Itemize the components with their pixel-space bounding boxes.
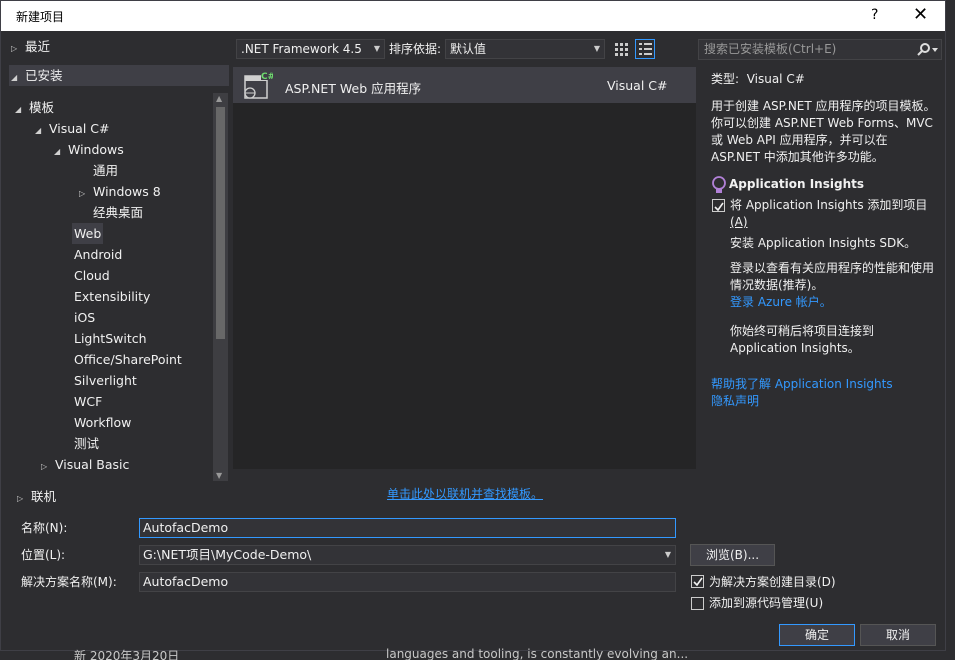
name-input[interactable]: AutofacDemo (139, 518, 676, 538)
ai-add-checkbox[interactable] (712, 199, 725, 212)
tree-item-general[interactable]: 通用 (93, 160, 118, 181)
template-language: Visual C# (607, 78, 668, 93)
list-icon (639, 43, 652, 55)
tree-item-office-sharepoint[interactable]: Office/SharePoint (74, 349, 182, 370)
svg-text:C#: C# (261, 72, 273, 82)
chevron-down-icon[interactable]: ▼ (665, 546, 671, 564)
solution-label: 解决方案名称(M): (21, 575, 117, 589)
description-line: 用于创建 ASP.NET 应用程序的项目模板。 (711, 99, 936, 113)
grid-icon (615, 43, 628, 56)
tree-item-lightswitch[interactable]: LightSwitch (74, 328, 147, 349)
type-value: Visual C# (746, 72, 805, 86)
checkmark-icon (714, 202, 724, 212)
tree-scrollbar[interactable]: ▲ ▼ (213, 93, 228, 481)
tree-item-wcf[interactable]: WCF (74, 391, 102, 412)
lightbulb-icon (712, 176, 726, 193)
solution-input[interactable]: AutofacDemo (139, 572, 676, 592)
browse-button[interactable]: 浏览(B)... (690, 544, 775, 566)
description-line: 或 Web API 应用程序，并可以在 (711, 133, 888, 147)
collapse-icon: ◢ (54, 147, 61, 156)
expand-icon: ▷ (17, 494, 24, 503)
name-label: 名称(N): (21, 521, 68, 535)
ai-help-link[interactable]: 帮助我了解 Application Insights (711, 376, 941, 393)
tree-item-test[interactable]: 测试 (74, 433, 99, 454)
title-bar: 新建项目 ? ✕ (1, 1, 945, 31)
scrollbar-thumb[interactable] (216, 107, 225, 339)
expand-icon: ▷ (79, 189, 86, 198)
sort-label: 排序依据: (389, 42, 442, 56)
sort-dropdown[interactable]: 默认值 ▼ (445, 39, 605, 59)
privacy-link[interactable]: 隐私声明 (711, 393, 941, 410)
ai-login-text: 情况数据(推荐)。 (730, 278, 824, 292)
ai-header: Application Insights (711, 176, 941, 193)
tree-item-templates[interactable]: ◢ 模板 (15, 97, 54, 118)
tree-item-classic-desktop[interactable]: 经典桌面 (93, 202, 143, 223)
ai-add-label: (A) (730, 215, 748, 229)
azure-login-link[interactable]: 登录 Azure 帐户。 (711, 294, 941, 311)
add-source-checkbox[interactable] (691, 597, 704, 610)
expand-icon: ▷ (41, 462, 48, 471)
ok-button[interactable]: 确定 (779, 624, 855, 646)
tree-item-web[interactable]: Web (72, 223, 104, 244)
ai-login-text: 登录以查看有关应用程序的性能和使用 (730, 261, 935, 275)
aspnet-web-app-icon: C# (244, 70, 273, 99)
tree-item-extensibility[interactable]: Extensibility (74, 286, 150, 307)
create-dir-label: 为解决方案创建目录(D) (709, 575, 836, 589)
create-dir-checkbox[interactable] (691, 575, 704, 588)
template-search-input[interactable]: 搜索已安装模板(Ctrl+E) (698, 39, 942, 60)
close-button[interactable]: ✕ (913, 4, 928, 25)
scroll-up-icon[interactable]: ▲ (216, 94, 222, 103)
tree-item-ios[interactable]: iOS (74, 307, 95, 328)
scroll-down-icon[interactable]: ▼ (216, 471, 222, 480)
small-icons-view-button[interactable] (611, 39, 631, 59)
tree-item-online[interactable]: ▷ 联机 (17, 486, 56, 507)
tree-item-windows8[interactable]: ▷ Windows 8 (79, 181, 161, 202)
type-label: 类型: (711, 72, 740, 86)
tree-item-visual-basic[interactable]: ▷ Visual Basic (41, 454, 129, 475)
list-view-button[interactable] (635, 39, 655, 59)
description-line: 你可以创建 ASP.NET Web Forms、MVC (711, 116, 933, 130)
ai-add-option: 将 Application Insights 添加到项目 (A) (711, 197, 941, 231)
dialog-title: 新建项目 (16, 10, 65, 24)
framework-dropdown[interactable]: .NET Framework 4.5 ▼ (236, 39, 385, 59)
tree-item-visual-csharp[interactable]: ◢ Visual C# (35, 118, 109, 139)
tree-item-silverlight[interactable]: Silverlight (74, 370, 137, 391)
background-date-text: 新 2020年3月20日 (74, 649, 180, 660)
search-icon[interactable] (917, 43, 939, 56)
chevron-down-icon: ▼ (373, 44, 380, 53)
ai-add-label: 将 Application Insights 添加到项目 (730, 198, 928, 212)
template-item[interactable]: C# ASP.NET Web 应用程序 Visual C# (233, 67, 696, 103)
new-project-dialog: 新建项目 ? ✕ ▷ 最近 ◢ 已安装 ◢ 模板 ◢ Visual C# ◢ W… (0, 0, 946, 651)
chevron-down-icon: ▼ (593, 44, 600, 53)
collapse-icon: ◢ (11, 73, 18, 82)
ai-install-text: 安装 Application Insights SDK。 (730, 236, 917, 250)
tree-item-cloud[interactable]: Cloud (74, 265, 110, 286)
tree-item-windows[interactable]: ◢ Windows (54, 139, 124, 160)
template-name: ASP.NET Web 应用程序 (285, 81, 422, 96)
ai-later-text: 你始终可稍后将项目连接到 (730, 324, 875, 338)
collapse-icon: ◢ (15, 105, 22, 114)
checkmark-icon (693, 577, 703, 587)
template-list: C# ASP.NET Web 应用程序 Visual C# (233, 67, 696, 469)
template-details: 类型: Visual C# 用于创建 ASP.NET 应用程序的项目模板。 你可… (711, 71, 941, 410)
background-article-text: languages and tooling, is constantly evo… (386, 647, 689, 660)
add-source-label: 添加到源代码管理(U) (709, 596, 824, 610)
help-button[interactable]: ? (871, 7, 878, 23)
collapse-icon: ◢ (35, 126, 42, 135)
expand-icon: ▷ (11, 44, 18, 53)
location-label: 位置(L): (21, 548, 66, 562)
cancel-button[interactable]: 取消 (860, 624, 936, 646)
ai-title: Application Insights (729, 177, 864, 191)
online-templates-link[interactable]: 单击此处以联机并查找模板。 (387, 485, 543, 502)
location-input[interactable]: G:\NET项目\MyCode-Demo\ ▼ (139, 545, 676, 565)
tree-item-installed[interactable]: ◢ 已安装 (9, 65, 229, 86)
tree-item-workflow[interactable]: Workflow (74, 412, 131, 433)
tree-item-android[interactable]: Android (74, 244, 122, 265)
description-line: ASP.NET 中添加其他许多功能。 (711, 150, 884, 164)
ai-later-text: Application Insights。 (730, 341, 860, 355)
tree-item-recent[interactable]: ▷ 最近 (11, 36, 50, 57)
